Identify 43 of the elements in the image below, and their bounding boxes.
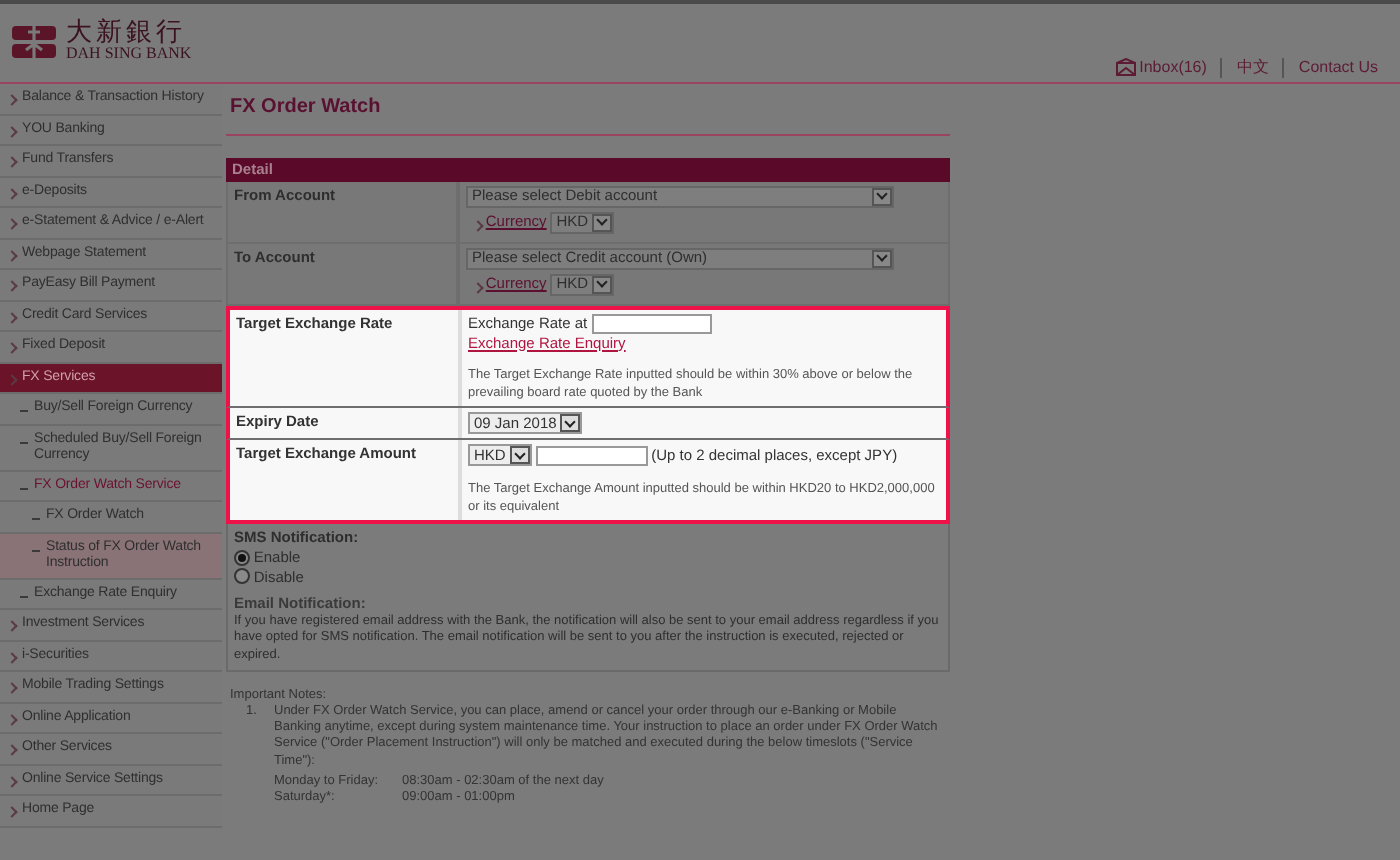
page-title: FX Order Watch bbox=[226, 84, 950, 136]
caret-icon bbox=[509, 446, 530, 465]
amount-input[interactable] bbox=[535, 445, 648, 466]
header-link[interactable]: 中文 bbox=[1220, 57, 1283, 78]
radio-button[interactable] bbox=[234, 549, 250, 566]
dash-icon bbox=[32, 549, 40, 552]
chevron-icon bbox=[6, 280, 18, 292]
caret-icon bbox=[592, 275, 613, 293]
header-link[interactable]: Contact Us bbox=[1282, 57, 1392, 78]
chevron-icon bbox=[6, 94, 18, 106]
caret-icon bbox=[592, 213, 613, 232]
header-link[interactable]: Inbox(16) bbox=[1101, 57, 1221, 78]
caret-icon bbox=[872, 249, 892, 268]
chevron-icon bbox=[6, 187, 18, 199]
chevron-icon bbox=[6, 620, 18, 633]
chevron-icon bbox=[472, 281, 484, 293]
dash-icon bbox=[20, 487, 28, 490]
chevron-icon bbox=[6, 342, 18, 354]
dash-icon bbox=[20, 410, 28, 412]
envelope-icon bbox=[1115, 58, 1136, 77]
chevron-icon bbox=[6, 651, 18, 664]
dash-icon bbox=[32, 518, 40, 521]
chevron-icon bbox=[6, 218, 18, 230]
chevron-icon bbox=[6, 311, 18, 323]
chevron-icon bbox=[6, 713, 18, 726]
dash-icon bbox=[20, 595, 28, 598]
chevron-icon bbox=[472, 219, 484, 231]
rate-input[interactable] bbox=[591, 313, 711, 333]
chevron-icon bbox=[6, 744, 18, 757]
chevron-icon bbox=[6, 682, 18, 695]
chevron-icon bbox=[6, 156, 18, 168]
radio-button[interactable] bbox=[234, 568, 250, 585]
chevron-icon bbox=[6, 125, 18, 137]
bank-name-chinese: 大新銀行 bbox=[66, 20, 186, 46]
dash-icon bbox=[20, 441, 28, 443]
caret-icon bbox=[872, 187, 892, 206]
caret-icon bbox=[560, 414, 581, 433]
chevron-icon bbox=[6, 249, 18, 261]
chevron-icon bbox=[6, 806, 18, 819]
chevron-icon bbox=[6, 373, 18, 385]
bank-name-english: DAH SING BANK bbox=[66, 46, 192, 62]
chevron-icon bbox=[6, 775, 18, 788]
bank-logo-icon bbox=[12, 25, 56, 57]
